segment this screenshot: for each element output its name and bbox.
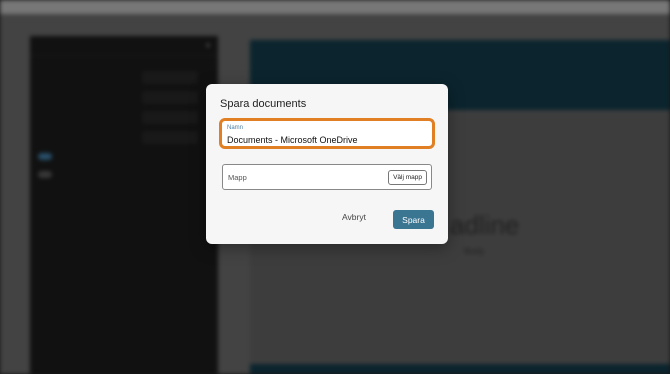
folder-field-label: Mapp bbox=[228, 173, 247, 182]
dialog-title: Spara documents bbox=[220, 98, 307, 110]
save-button[interactable]: Spara bbox=[393, 210, 434, 229]
name-input[interactable]: Documents - Microsoft OneDrive bbox=[227, 135, 358, 145]
folder-field[interactable]: Mapp Välj mapp bbox=[222, 164, 432, 190]
cancel-button[interactable]: Avbryt bbox=[342, 212, 366, 222]
name-field[interactable]: Namn Documents - Microsoft OneDrive bbox=[219, 118, 435, 149]
choose-folder-button[interactable]: Välj mapp bbox=[388, 170, 427, 185]
save-dialog: Spara documents Namn Documents - Microso… bbox=[206, 84, 448, 244]
name-field-label: Namn bbox=[227, 125, 244, 131]
